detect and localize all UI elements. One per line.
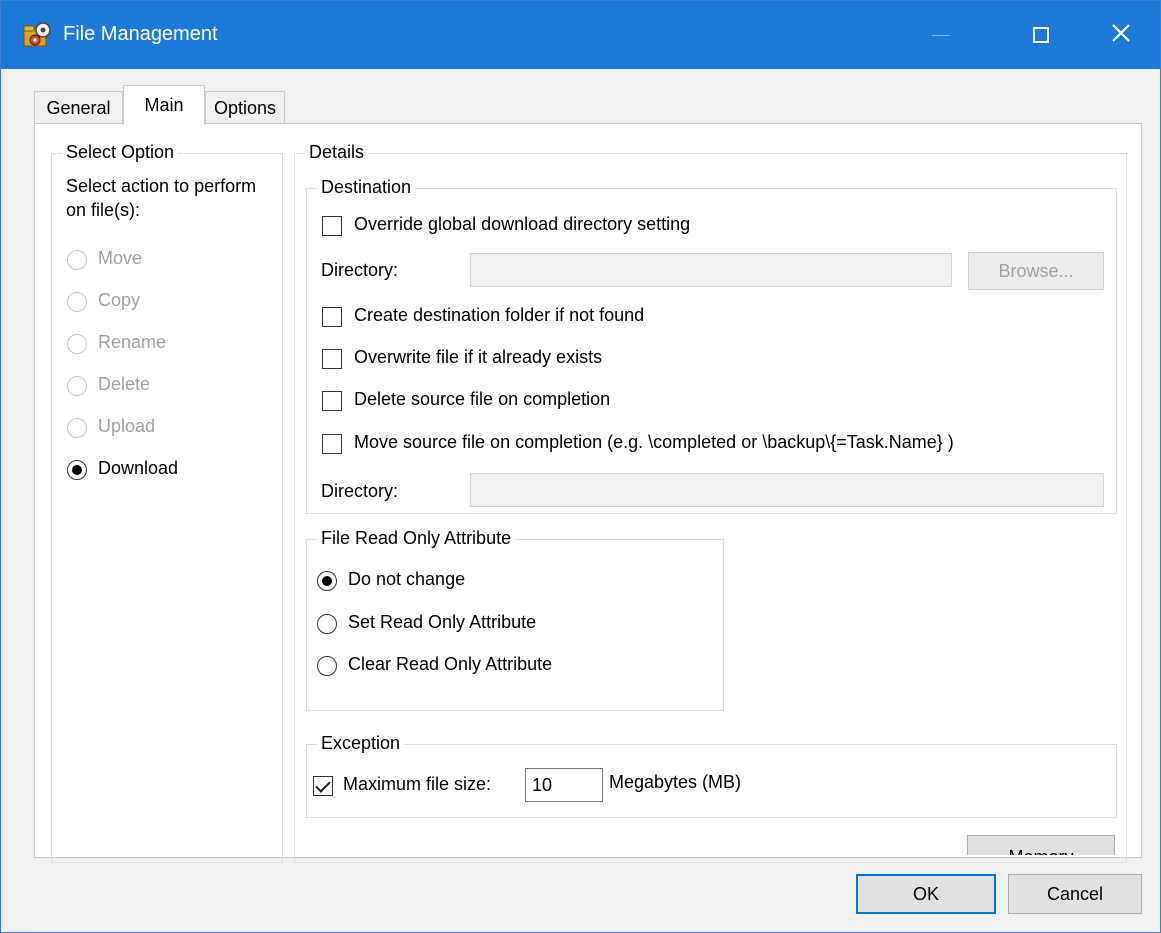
app-gear-folder-icon [23, 21, 53, 49]
exception-title: Exception [317, 733, 405, 754]
move-source-label: Move source file on completion (e.g. \co… [354, 432, 954, 452]
details-group: Details Destination Override global down… [294, 142, 1127, 863]
radio-upload-label: Upload [98, 416, 156, 436]
overwrite-label: Overwrite file if it already exists [354, 347, 603, 367]
radio-do-not-change-circle[interactable] [317, 571, 337, 591]
override-label: Override global download directory setti… [354, 214, 691, 234]
create-folder-label: Create destination folder if not found [354, 305, 645, 325]
max-size-input[interactable] [525, 768, 603, 802]
radio-rename-label: Rename [98, 332, 167, 352]
maximize-button[interactable] [997, 1, 1085, 69]
read-only-title: File Read Only Attribute [317, 528, 516, 549]
details-title: Details [305, 142, 369, 163]
max-size-checkbox[interactable] [313, 776, 333, 796]
radio-download-circle[interactable] [67, 460, 87, 480]
radio-delete-circle[interactable] [67, 376, 87, 396]
minimize-button[interactable] [897, 1, 985, 69]
browse-button[interactable]: Browse... [968, 252, 1104, 290]
radio-set-read-only-circle[interactable] [317, 614, 337, 634]
maximize-icon [1033, 27, 1049, 43]
radio-upload-circle[interactable] [67, 418, 87, 438]
radio-copy-circle[interactable] [67, 292, 87, 312]
destination-group: Destination Override global download dir… [306, 177, 1117, 514]
read-only-group: File Read Only Attribute Do not change S… [306, 528, 724, 711]
window-title: File Management [63, 23, 218, 45]
radio-copy-label: Copy [98, 290, 141, 310]
close-button[interactable] [1077, 1, 1161, 69]
minimize-icon [932, 34, 950, 36]
directory-label: Directory: [321, 260, 399, 280]
tab-general[interactable]: General [34, 91, 123, 124]
select-option-title: Select Option [62, 142, 179, 163]
file-management-dialog: File Management General Main Options Sel… [0, 0, 1161, 933]
tab-main[interactable]: Main [123, 85, 205, 125]
memory-button-clip: Memory [967, 835, 1117, 855]
radio-clear-read-only-label: Clear Read Only Attribute [348, 654, 553, 674]
radio-set-read-only-label: Set Read Only Attribute [348, 612, 537, 632]
destination-title: Destination [317, 177, 416, 198]
move-source-checkbox[interactable] [322, 434, 342, 454]
directory-input[interactable] [470, 253, 952, 287]
radio-do-not-change-label: Do not change [348, 569, 466, 589]
directory2-label: Directory: [321, 481, 399, 501]
ok-button[interactable]: OK [856, 874, 996, 914]
main-tab-panel: Select Option Select action to perform o… [34, 123, 1142, 863]
radio-move-circle[interactable] [67, 250, 87, 270]
directory2-input[interactable] [470, 473, 1104, 507]
select-option-group: Select Option Select action to perform o… [51, 142, 283, 863]
memory-button[interactable]: Memory [967, 835, 1115, 855]
radio-download-label: Download [98, 458, 179, 478]
overwrite-checkbox[interactable] [322, 349, 342, 369]
radio-clear-read-only-circle[interactable] [317, 656, 337, 676]
override-checkbox[interactable] [322, 216, 342, 236]
unit-label: Megabytes (MB) [609, 772, 742, 792]
close-icon [1111, 23, 1131, 48]
cancel-button[interactable]: Cancel [1008, 874, 1142, 914]
select-option-prompt: Select action to perform on file(s): [66, 176, 257, 220]
radio-delete-label: Delete [98, 374, 151, 394]
delete-source-label: Delete source file on completion [354, 389, 611, 409]
title-bar[interactable]: File Management [1, 1, 1160, 69]
radio-rename-circle[interactable] [67, 334, 87, 354]
radio-move-label: Move [98, 248, 143, 268]
delete-source-checkbox[interactable] [322, 391, 342, 411]
create-folder-checkbox[interactable] [322, 307, 342, 327]
max-size-label: Maximum file size: [343, 774, 492, 794]
exception-group: Exception Maximum file size: Megabytes (… [306, 733, 1117, 818]
tab-options[interactable]: Options [205, 91, 285, 124]
